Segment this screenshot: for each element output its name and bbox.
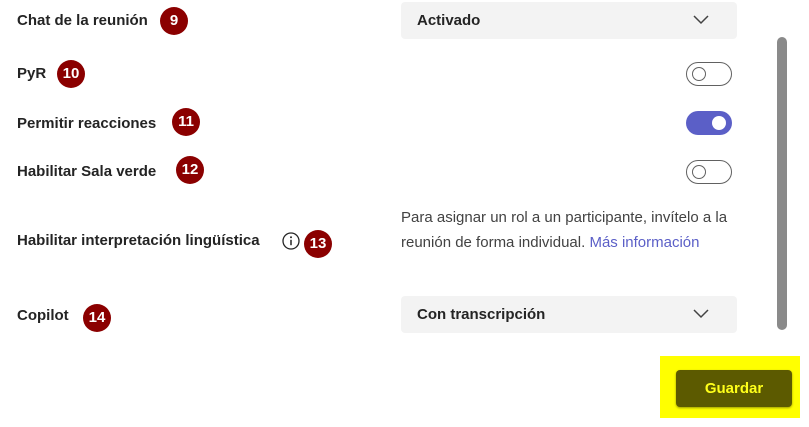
interpretation-setting-label: Habilitar interpretación lingüística — [17, 232, 260, 249]
chevron-down-icon — [693, 15, 709, 25]
reactions-setting-label: Permitir reacciones — [17, 115, 157, 132]
save-button[interactable]: Guardar — [676, 370, 792, 407]
copilot-dropdown-value: Con transcripción — [417, 306, 546, 323]
chat-setting-label: Chat de la reunión — [17, 12, 148, 29]
chat-dropdown-value: Activado — [417, 12, 481, 29]
qa-setting-label: PyR — [17, 65, 47, 82]
info-icon[interactable] — [282, 232, 300, 250]
copilot-setting-label: Copilot — [17, 307, 69, 324]
green-room-setting-label: Habilitar Sala verde — [17, 163, 157, 180]
more-info-link[interactable]: Más información — [589, 234, 699, 251]
scrollbar-thumb[interactable] — [777, 37, 787, 330]
annotation-badge-12: 12 — [176, 156, 204, 184]
interpretation-info-text: Para asignar un rol a un participante, i… — [401, 205, 741, 255]
toggle-knob — [692, 67, 706, 81]
annotation-badge-13: 13 — [304, 230, 332, 258]
chevron-down-icon — [693, 309, 709, 319]
toggle-knob — [692, 165, 706, 179]
chat-dropdown[interactable]: Activado — [401, 2, 737, 39]
copilot-dropdown[interactable]: Con transcripción — [401, 296, 737, 333]
annotation-badge-14: 14 — [83, 304, 111, 332]
green-room-toggle[interactable] — [686, 160, 732, 184]
toggle-knob — [712, 116, 726, 130]
annotation-badge-9: 9 — [160, 7, 188, 35]
annotation-badge-11: 11 — [172, 108, 200, 136]
annotation-badge-10: 10 — [57, 60, 85, 88]
reactions-toggle[interactable] — [686, 111, 732, 135]
qa-toggle[interactable] — [686, 62, 732, 86]
